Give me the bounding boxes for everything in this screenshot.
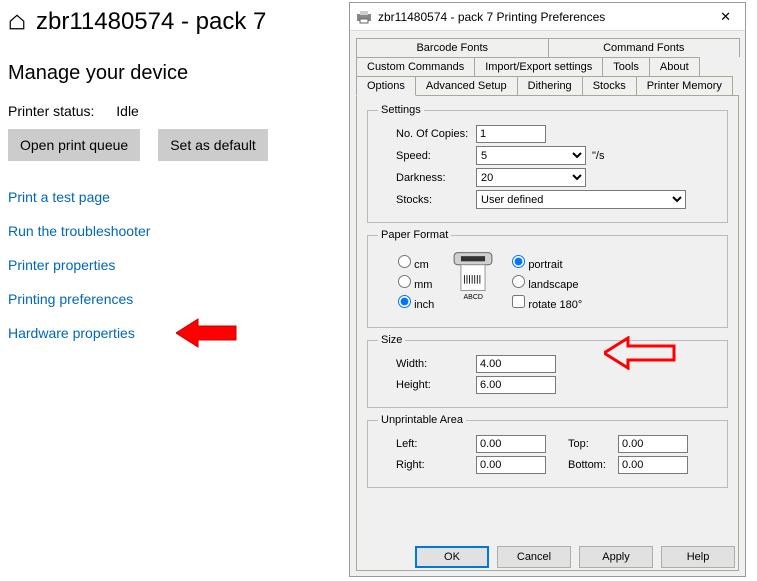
annotation-arrow-left <box>176 317 238 349</box>
annotation-arrow-right <box>604 336 676 370</box>
speed-select[interactable]: 5 <box>476 146 586 165</box>
dialog-title: zbr11480574 - pack 7 Printing Preference… <box>378 10 712 24</box>
width-input[interactable] <box>476 355 556 373</box>
speed-label: Speed: <box>396 150 476 162</box>
paper-preview-icon: ABCD <box>448 251 498 301</box>
radio-inch[interactable]: inch <box>398 295 434 311</box>
home-icon[interactable] <box>8 13 26 31</box>
tab-custom-commands[interactable]: Custom Commands <box>356 57 475 76</box>
tab-advanced-setup[interactable]: Advanced Setup <box>415 76 518 96</box>
height-input[interactable] <box>476 376 556 394</box>
printer-status-value: Idle <box>116 103 139 119</box>
width-label: Width: <box>396 358 476 370</box>
link-hardware-properties[interactable]: Hardware properties <box>8 325 135 341</box>
set-as-default-button[interactable]: Set as default <box>158 129 268 161</box>
right-label: Right: <box>396 459 476 471</box>
paper-format-group: Paper Format cm mm inch <box>367 229 728 328</box>
darkness-select[interactable]: 20 <box>476 168 586 187</box>
left-input[interactable] <box>476 435 546 453</box>
settings-legend: Settings <box>378 104 424 116</box>
manage-subtitle: Manage your device <box>8 62 338 85</box>
printing-preferences-dialog: zbr11480574 - pack 7 Printing Preference… <box>349 2 746 577</box>
stocks-select[interactable]: User defined <box>476 190 686 209</box>
height-label: Height: <box>396 379 476 391</box>
size-legend: Size <box>378 334 405 346</box>
link-printing-preferences[interactable]: Printing preferences <box>8 291 133 307</box>
open-print-queue-button[interactable]: Open print queue <box>8 129 140 161</box>
top-input[interactable] <box>618 435 688 453</box>
page-title: zbr11480574 - pack 7 <box>36 8 266 36</box>
settings-group: Settings No. Of Copies: Speed: 5 "/s Dar… <box>367 104 728 223</box>
copies-label: No. Of Copies: <box>396 128 476 140</box>
ok-button[interactable]: OK <box>415 546 489 568</box>
cancel-button[interactable]: Cancel <box>497 546 571 568</box>
right-input[interactable] <box>476 456 546 474</box>
bottom-label: Bottom: <box>568 459 618 471</box>
copies-input[interactable] <box>476 125 546 143</box>
left-label: Left: <box>396 438 476 450</box>
stocks-label: Stocks: <box>396 194 476 206</box>
radio-portrait[interactable]: portrait <box>512 255 582 271</box>
tab-stocks[interactable]: Stocks <box>582 76 637 96</box>
tab-options[interactable]: Options <box>356 76 416 96</box>
close-icon[interactable]: ✕ <box>712 7 739 27</box>
radio-mm[interactable]: mm <box>398 275 434 291</box>
paper-legend: Paper Format <box>378 229 451 241</box>
link-print-test-page[interactable]: Print a test page <box>8 189 110 205</box>
bottom-input[interactable] <box>618 456 688 474</box>
tab-barcode-fonts[interactable]: Barcode Fonts <box>356 38 549 57</box>
tab-command-fonts[interactable]: Command Fonts <box>548 38 741 57</box>
radio-landscape[interactable]: landscape <box>512 275 582 291</box>
link-run-troubleshooter[interactable]: Run the troubleshooter <box>8 223 150 239</box>
speed-unit: "/s <box>592 150 604 162</box>
link-printer-properties[interactable]: Printer properties <box>8 257 115 273</box>
top-label: Top: <box>568 438 618 450</box>
tab-about[interactable]: About <box>649 57 700 76</box>
radio-cm[interactable]: cm <box>398 255 434 271</box>
check-rotate[interactable]: rotate 180° <box>512 295 582 311</box>
tab-import-export[interactable]: Import/Export settings <box>474 57 603 76</box>
apply-button[interactable]: Apply <box>579 546 653 568</box>
tab-tools[interactable]: Tools <box>602 57 650 76</box>
tab-printer-memory[interactable]: Printer Memory <box>636 76 733 96</box>
unprint-legend: Unprintable Area <box>378 414 466 426</box>
tab-dithering[interactable]: Dithering <box>517 76 583 96</box>
help-button[interactable]: Help <box>661 546 735 568</box>
darkness-label: Darkness: <box>396 172 476 184</box>
printer-status-label: Printer status: <box>8 103 94 119</box>
unprintable-group: Unprintable Area Left: Top: Right: Botto… <box>367 414 728 488</box>
printer-icon <box>356 10 372 24</box>
